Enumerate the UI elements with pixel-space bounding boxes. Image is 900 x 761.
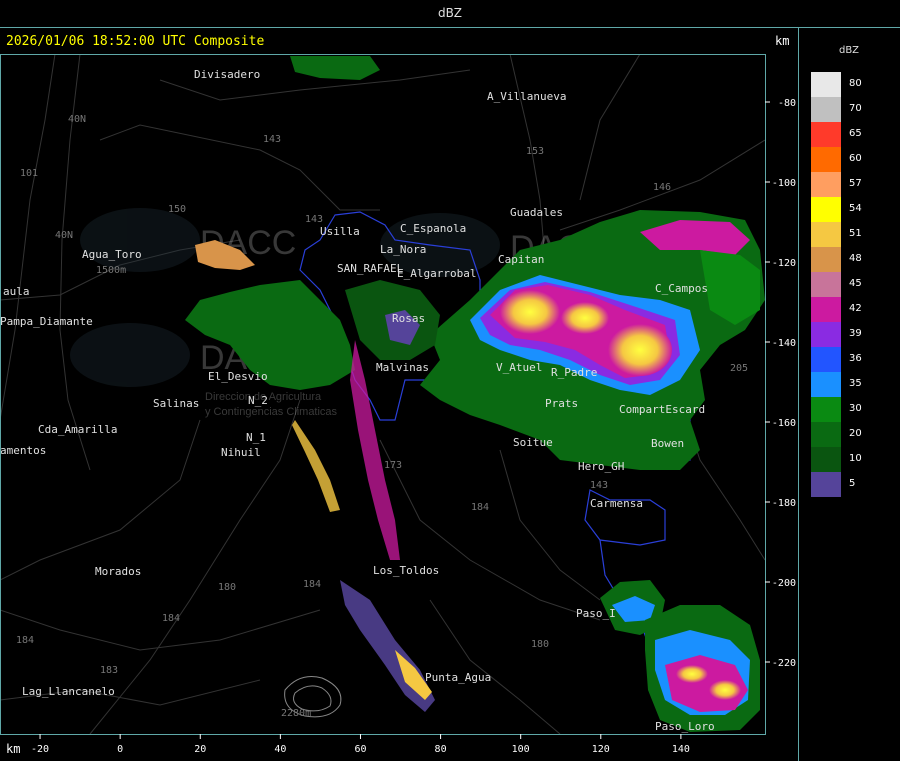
legend-label: 39 <box>849 328 862 339</box>
legend-swatch <box>811 247 841 272</box>
legend-swatch <box>811 347 841 372</box>
legend-title: dBZ <box>838 45 860 56</box>
legend-label: 60 <box>849 153 862 164</box>
x-tick-label: -20 <box>31 744 49 755</box>
legend-entry: 51 <box>811 222 891 247</box>
legend-entry: 65 <box>811 122 891 147</box>
y-axis: -80 -100 -120 -140 -160 -180 -200 -220 <box>765 98 796 669</box>
x-axis: -20 0 20 40 60 80 100 120 140 <box>31 734 690 755</box>
title-bar: dBZ <box>0 0 900 28</box>
legend-swatch <box>811 297 841 322</box>
legend-label: 57 <box>849 178 862 189</box>
legend-label: 54 <box>849 203 862 214</box>
legend-entry: 54 <box>811 197 891 222</box>
legend-entry: 42 <box>811 297 891 322</box>
x-tick-label: 100 <box>512 744 530 755</box>
y-tick-label: -140 <box>772 338 796 349</box>
x-tick-label: 60 <box>354 744 366 755</box>
legend-entry: 57 <box>811 172 891 197</box>
y-tick-label: -100 <box>772 178 796 189</box>
legend-swatch <box>811 97 841 122</box>
y-tick-label: -220 <box>772 658 796 669</box>
legend-entry: 5 <box>811 472 891 497</box>
x-tick-label: 120 <box>592 744 610 755</box>
legend-swatch <box>811 172 841 197</box>
dbz-legend: dBZ 80 70 65 60 57 54 51 48 45 42 39 36 35 30 20 10 5 <box>798 28 900 761</box>
legend-label: 30 <box>849 403 862 414</box>
legend-label: 80 <box>849 78 862 89</box>
y-tick-label: -200 <box>772 578 796 589</box>
unit-label-top: km <box>775 34 790 48</box>
legend-label: 42 <box>849 303 862 314</box>
x-tick-label: 80 <box>435 744 447 755</box>
legend-swatch <box>811 122 841 147</box>
legend-label: 65 <box>849 128 862 139</box>
map-frame <box>0 54 766 735</box>
legend-label: 20 <box>849 428 862 439</box>
legend-swatch <box>811 72 841 97</box>
legend-swatch <box>811 197 841 222</box>
x-tick-label: 20 <box>194 744 206 755</box>
legend-entry: 20 <box>811 422 891 447</box>
legend-swatch <box>811 397 841 422</box>
legend-entry: 36 <box>811 347 891 372</box>
legend-label: 48 <box>849 253 862 264</box>
legend-label: 36 <box>849 353 862 364</box>
y-tick-label: -120 <box>772 258 796 269</box>
window-title: dBZ <box>437 6 463 20</box>
legend-entry: 70 <box>811 97 891 122</box>
legend-label: 35 <box>849 378 862 389</box>
y-tick-label: -80 <box>778 98 796 109</box>
legend-swatch <box>811 147 841 172</box>
legend-entry: 10 <box>811 447 891 472</box>
x-tick-label: 0 <box>117 744 123 755</box>
legend-swatch <box>811 447 841 472</box>
legend-entry: 39 <box>811 322 891 347</box>
legend-entry: 45 <box>811 272 891 297</box>
x-tick-label: 140 <box>672 744 690 755</box>
legend-label: 70 <box>849 103 862 114</box>
legend-label: 5 <box>849 478 856 489</box>
timestamp-subtitle: 2026/01/06 18:52:00 UTC Composite <box>6 34 265 49</box>
legend-entry: 60 <box>811 147 891 172</box>
legend-swatch <box>811 272 841 297</box>
y-tick-label: -180 <box>772 498 796 509</box>
legend-label: 10 <box>849 453 862 464</box>
x-tick-label: 40 <box>274 744 286 755</box>
legend-swatch <box>811 472 841 497</box>
y-tick-label: -160 <box>772 418 796 429</box>
legend-entry: 48 <box>811 247 891 272</box>
legend-entry: 80 <box>811 72 891 97</box>
legend-entry: 35 <box>811 372 891 397</box>
legend-swatch <box>811 222 841 247</box>
legend-label: 51 <box>849 228 862 239</box>
legend-swatch <box>811 372 841 397</box>
legend-swatch <box>811 322 841 347</box>
legend-label: 45 <box>849 278 862 289</box>
legend-entry: 30 <box>811 397 891 422</box>
legend-swatch <box>811 422 841 447</box>
